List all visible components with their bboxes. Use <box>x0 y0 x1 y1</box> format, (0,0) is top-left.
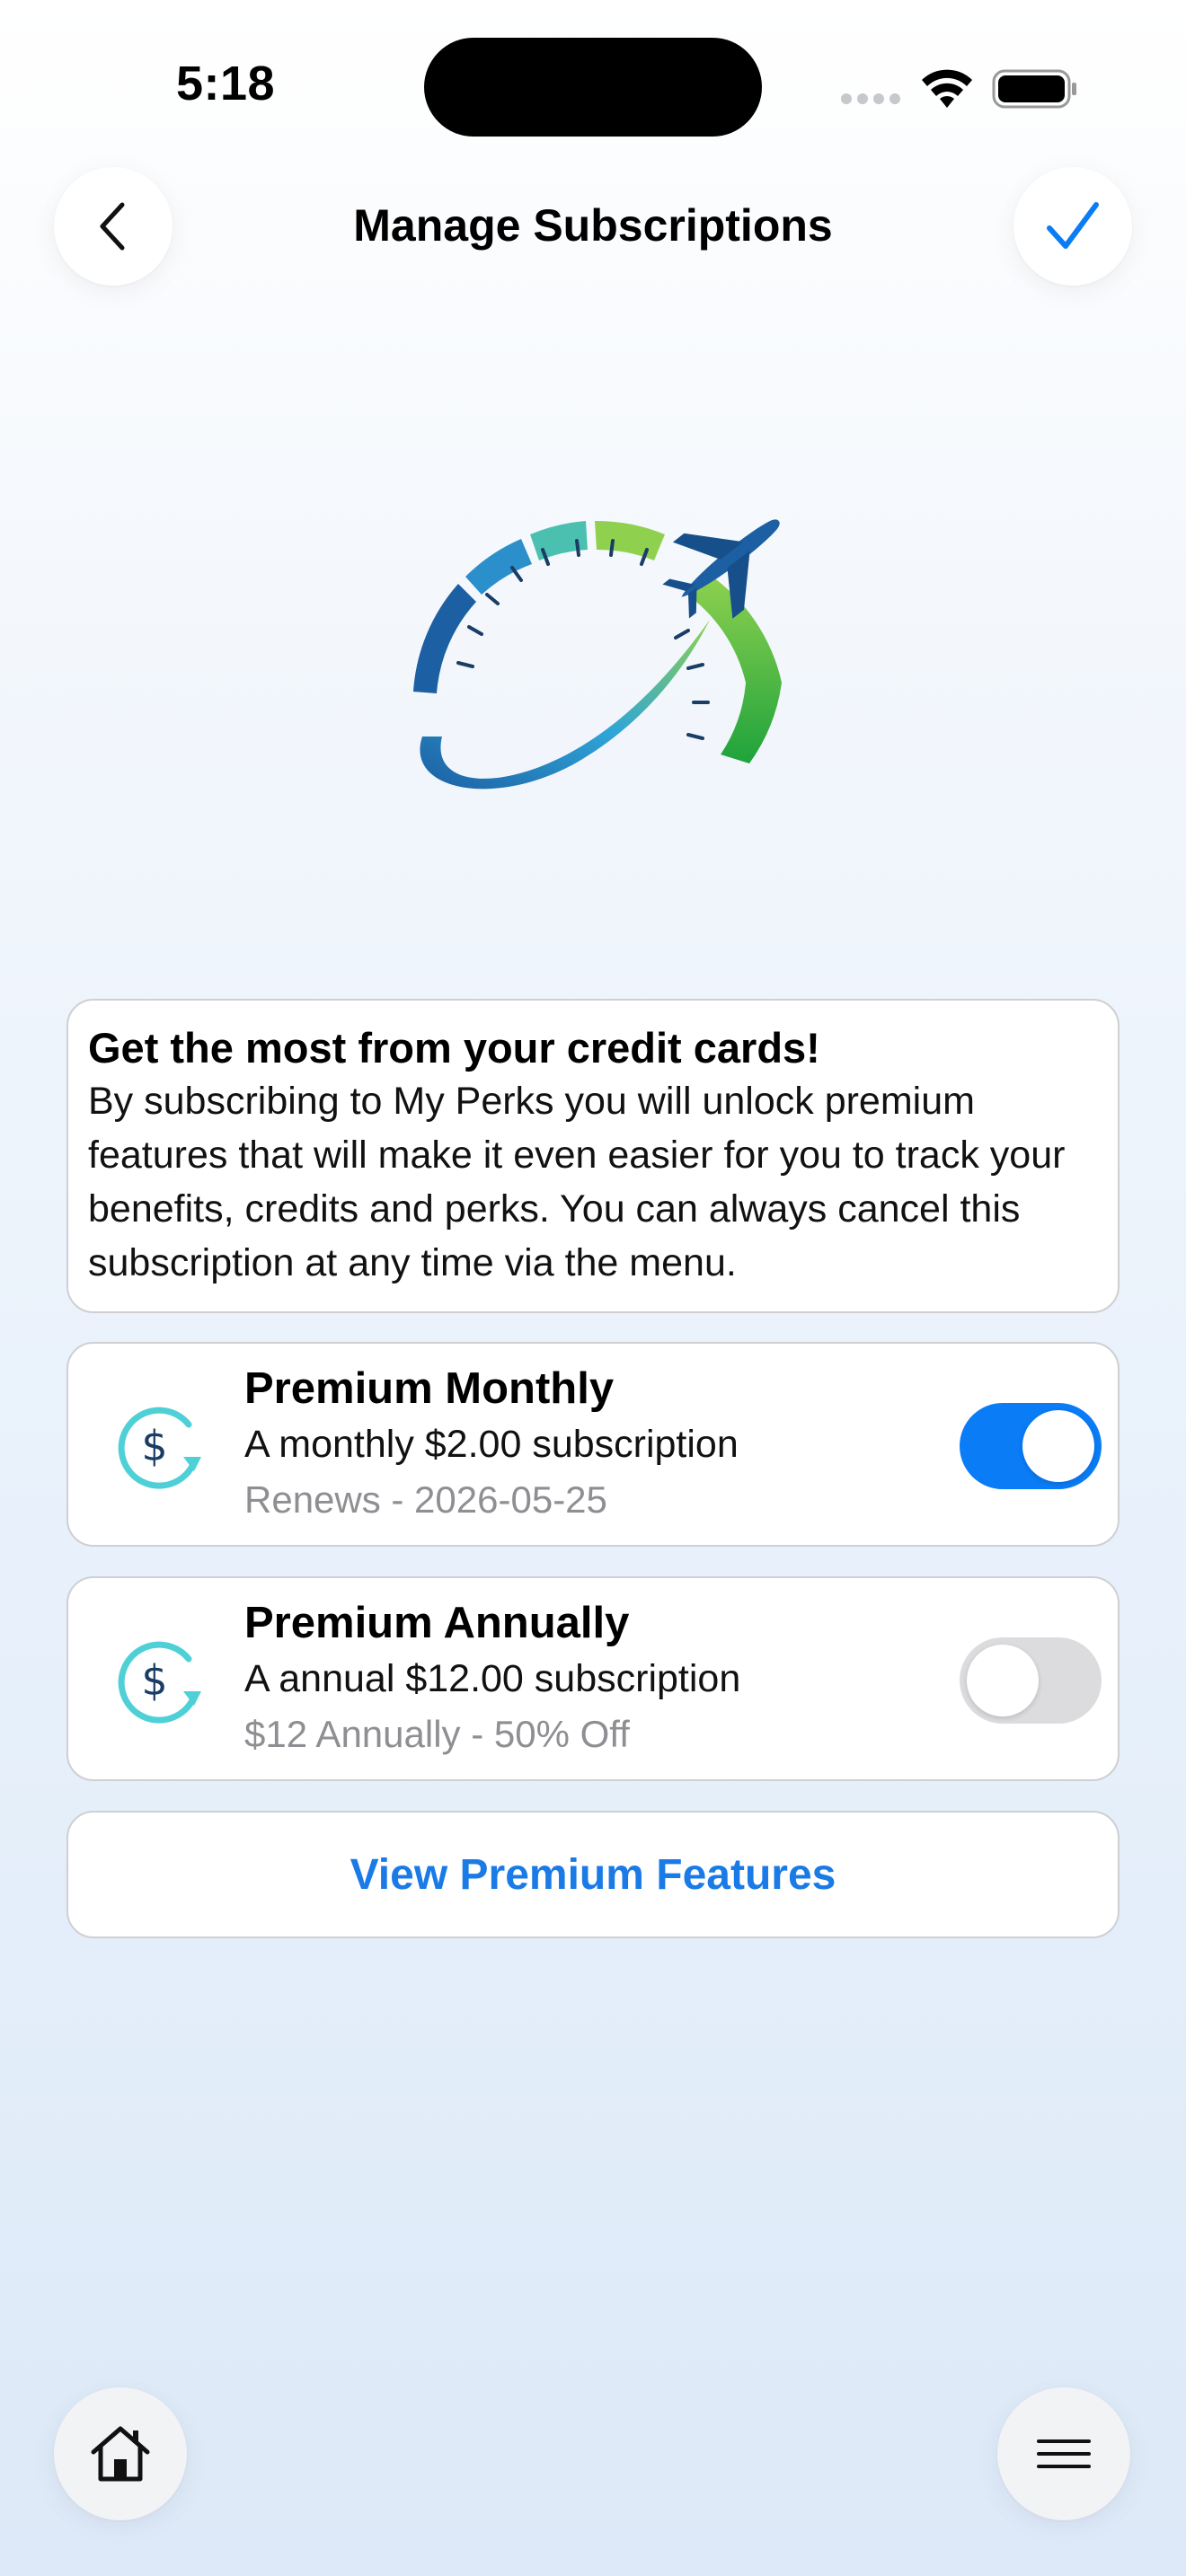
info-card: Get the most from your credit cards! By … <box>66 999 1120 1313</box>
subscription-card-annual: $ Premium Annually A annual $12.00 subsc… <box>66 1576 1120 1781</box>
dynamic-island <box>424 38 762 137</box>
subscription-title: Premium Annually <box>244 1599 630 1647</box>
toggle-knob <box>1022 1410 1094 1482</box>
info-title: Get the most from your credit cards! <box>88 1024 820 1072</box>
wifi-icon <box>922 69 972 108</box>
app-logo <box>413 519 782 790</box>
svg-text:$: $ <box>141 1422 167 1470</box>
subscription-title: Premium Monthly <box>244 1364 615 1413</box>
subscription-discount: $12 Annually - 50% Off <box>244 1713 630 1755</box>
hamburger-menu-icon <box>1037 2439 1091 2468</box>
battery-icon <box>992 69 1076 109</box>
subscription-description: A monthly $2.00 subscription <box>244 1423 739 1466</box>
page-title: Manage Subscriptions <box>353 200 833 251</box>
svg-text:$: $ <box>141 1656 167 1705</box>
dollar-renew-icon: $ <box>118 1407 201 1489</box>
home-button[interactable] <box>54 2387 187 2520</box>
dollar-renew-icon: $ <box>118 1641 201 1724</box>
view-premium-features-button[interactable]: View Premium Features <box>66 1811 1120 1938</box>
checkmark-icon <box>1047 202 1099 249</box>
subscription-description: A annual $12.00 subscription <box>244 1657 741 1700</box>
premium-annually-toggle[interactable] <box>960 1637 1102 1724</box>
subscription-card-monthly: $ Premium Monthly A monthly $2.00 subscr… <box>66 1342 1120 1547</box>
info-body: By subscribing to My Perks you will unlo… <box>88 1080 1066 1284</box>
house-icon <box>91 2426 150 2482</box>
premium-monthly-toggle[interactable] <box>960 1403 1102 1489</box>
status-time: 5:18 <box>176 57 276 110</box>
toggle-knob <box>967 1645 1039 1716</box>
done-button[interactable] <box>1013 167 1132 286</box>
subscription-renewal: Renews - 2026-05-25 <box>244 1478 607 1521</box>
cellular-signal-icon <box>841 93 900 104</box>
menu-button[interactable] <box>997 2387 1130 2520</box>
